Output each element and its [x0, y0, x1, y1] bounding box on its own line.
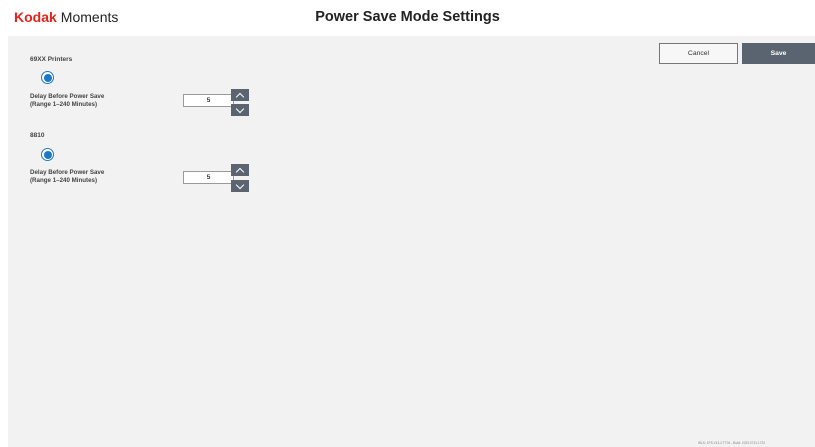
- printer-group-label: 69XX Printers: [30, 56, 73, 63]
- chevron-up-icon: [235, 167, 245, 176]
- chevron-down-icon: [235, 104, 245, 113]
- delay-minutes-input[interactable]: 5: [183, 171, 234, 184]
- delay-increment-button[interactable]: [231, 164, 249, 176]
- chevron-up-icon: [235, 92, 245, 101]
- chevron-down-icon: [235, 180, 245, 189]
- delay-label: Delay Before Power Save (Range 1–240 Min…: [30, 93, 170, 108]
- delay-decrement-button[interactable]: [231, 104, 249, 116]
- delay-label-line2: (Range 1–240 Minutes): [30, 176, 98, 184]
- delay-label-line1: Delay Before Power Save: [30, 93, 105, 100]
- delay-label-line1: Delay Before Power Save: [30, 169, 105, 176]
- settings-panel: Cancel Save 69XX Printers Delay Before P…: [8, 36, 815, 447]
- app-header: Kodak Moments Power Save Mode Settings: [0, 0, 815, 36]
- delay-label: Delay Before Power Save (Range 1–240 Min…: [30, 169, 170, 184]
- delay-label-line2: (Range 1–240 Minutes): [30, 100, 98, 108]
- delay-minutes-input[interactable]: 5: [183, 94, 234, 107]
- printer-group-radio[interactable]: [41, 71, 54, 84]
- printer-group-label: 8810: [30, 132, 45, 139]
- delay-decrement-button[interactable]: [231, 180, 249, 192]
- save-button[interactable]: Save: [742, 43, 815, 64]
- cancel-button[interactable]: Cancel: [659, 43, 738, 64]
- radio-selected-dot: [43, 150, 52, 159]
- page-title: Power Save Mode Settings: [315, 9, 500, 25]
- printer-group-radio[interactable]: [41, 148, 54, 161]
- radio-selected-dot: [43, 73, 52, 82]
- delay-increment-button[interactable]: [231, 89, 249, 101]
- version-info: WLS: 1PS.V13.2.TT04 - Build: 2023.0731.1…: [698, 441, 765, 445]
